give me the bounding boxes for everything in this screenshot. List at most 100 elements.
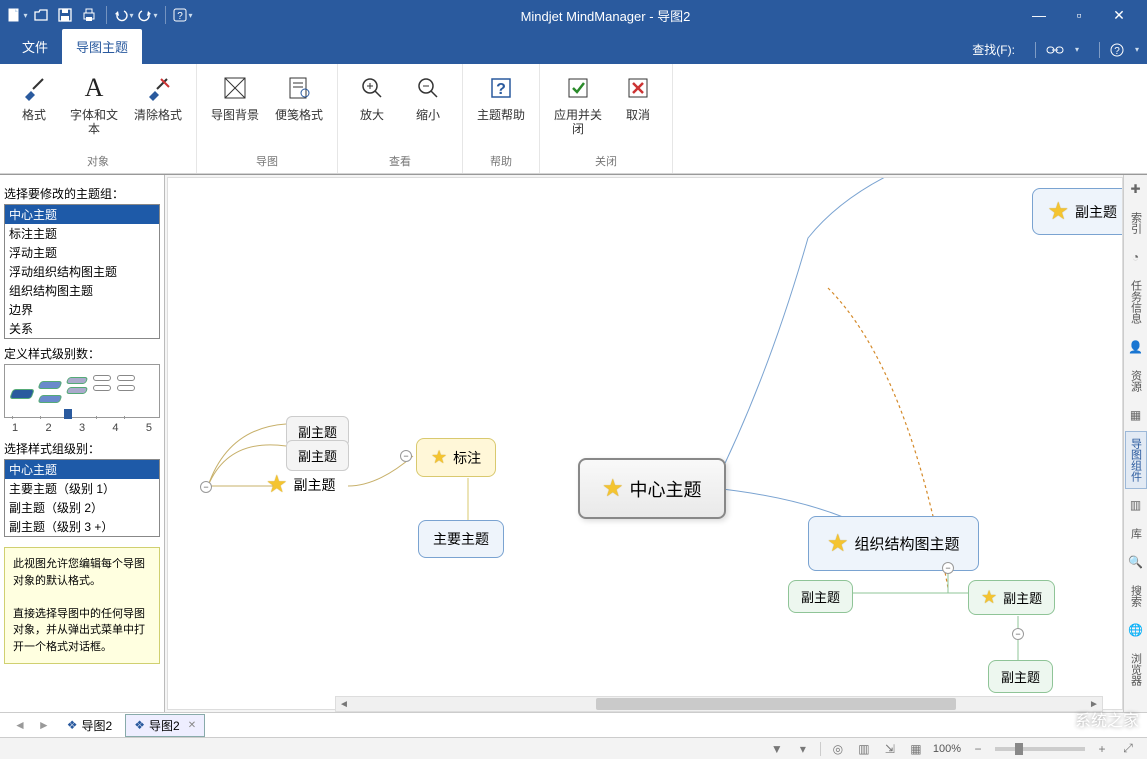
layout-icon[interactable]: ▥ — [855, 741, 873, 757]
tab-map-theme[interactable]: 导图主题 — [62, 29, 142, 64]
rtab-browser[interactable]: 浏览器 — [1125, 646, 1147, 693]
scroll-left[interactable]: ◄ — [336, 697, 352, 711]
topic-sub[interactable]: 副主题 — [286, 440, 349, 471]
scroll-thumb[interactable] — [596, 698, 956, 710]
maximize-button[interactable]: ▫ — [1063, 4, 1095, 26]
svg-text:?: ? — [178, 11, 184, 22]
close-tab-icon[interactable]: ✕ — [188, 720, 196, 731]
doc-tab[interactable]: ❖ 导图2 — [58, 714, 121, 737]
library-icon: ▥ — [1128, 497, 1144, 513]
topic-sub-green[interactable]: ★ 副主题 — [968, 580, 1055, 615]
globe-icon: 🌐 — [1128, 622, 1144, 638]
find-label: 查找(F): — [972, 41, 1015, 58]
qat-help-button[interactable]: ?▾ — [172, 4, 194, 26]
mindmap-canvas[interactable]: ★ 副主题 副主题 副主题 − ★ 副主题 − ★ 标注 主要主题 — [167, 177, 1123, 710]
qat-undo-button[interactable]: ▾ — [113, 4, 135, 26]
qat-print-button[interactable] — [78, 4, 100, 26]
horizontal-scrollbar[interactable]: ◄ ► — [335, 696, 1103, 712]
help-icon[interactable]: ? — [1110, 43, 1124, 57]
topic-sub-float[interactable]: ★ 副主题 — [266, 470, 336, 499]
topic-sub-green[interactable]: 副主题 — [988, 660, 1053, 693]
help-note: 此视图允许您编辑每个导图对象的默认格式。 直接选择导图中的任何导图对象，并从弹出… — [4, 547, 160, 664]
zoom-out-button[interactable]: 缩小 — [404, 70, 452, 149]
list-item[interactable]: 组织结构图主题 — [5, 281, 159, 300]
list-item[interactable]: 浮动组织结构图主题 — [5, 262, 159, 281]
group-label-object: 对象 — [87, 149, 109, 171]
watermark: 系统之家 — [1035, 705, 1139, 733]
format-button[interactable]: 格式 — [10, 70, 58, 149]
collapse-toggle[interactable]: − — [1012, 628, 1024, 640]
theme-help-button[interactable]: ? 主题帮助 — [473, 70, 529, 149]
fit-icon[interactable]: ⤢ — [1119, 741, 1137, 757]
list-item[interactable]: 浮动主题 — [5, 243, 159, 262]
funnel-icon[interactable]: ▾ — [794, 741, 812, 757]
svg-text:?: ? — [1114, 46, 1120, 57]
qat-open-button[interactable] — [30, 4, 52, 26]
plus-icon[interactable]: ✚ — [1128, 181, 1144, 197]
topic-callout[interactable]: ★ 标注 — [416, 438, 496, 477]
collapse-toggle[interactable]: − — [200, 481, 212, 493]
levels-label: 定义样式级别数： — [4, 345, 160, 362]
levels-slider[interactable]: 1 2 3 4 5 — [4, 422, 160, 434]
style-level-listbox[interactable]: 中心主题 主要主题（级别 1） 副主题（级别 2） 副主题（级别 3 +） — [4, 459, 160, 537]
list-item[interactable]: 中心主题 — [5, 205, 159, 224]
close-button[interactable]: ✕ — [1103, 4, 1135, 26]
target-icon[interactable]: ◎ — [829, 741, 847, 757]
clear-format-button[interactable]: 清除格式 — [130, 70, 186, 149]
tab-nav-left[interactable]: ◄ — [10, 718, 30, 732]
check-icon — [562, 72, 594, 104]
list-item[interactable]: 副主题（级别 2） — [5, 498, 159, 517]
list-item[interactable]: 中心主题 — [5, 460, 159, 479]
font-text-button[interactable]: A 字体和文本 — [66, 70, 122, 149]
topic-main[interactable]: 主要主题 — [418, 520, 504, 558]
topic-sub-green[interactable]: 副主题 — [788, 580, 853, 613]
apply-close-button[interactable]: 应用并关闭 — [550, 70, 606, 149]
zoom-slider[interactable] — [995, 747, 1085, 751]
filter-dropdown-icon[interactable]: ▼ — [768, 741, 786, 757]
doc-icon: ❖ — [134, 718, 145, 732]
collapse-toggle[interactable]: − — [942, 562, 954, 574]
grid-icon: ▦ — [1128, 407, 1144, 423]
doc-tab[interactable]: ❖ 导图2 ✕ — [125, 714, 205, 737]
list-item[interactable]: 标注主题 — [5, 224, 159, 243]
minimize-button[interactable]: — — [1023, 4, 1055, 26]
list-item[interactable]: 主要主题（级别 1） — [5, 479, 159, 498]
topic-center[interactable]: ★ 中心主题 — [578, 458, 726, 519]
ribbon: 格式 A 字体和文本 清除格式 对象 导图背景 便笺格式 导图 — [0, 64, 1147, 174]
qat-redo-button[interactable]: ▾ — [137, 4, 159, 26]
rtab-map-parts[interactable]: 导图组件 — [1125, 431, 1147, 489]
zoom-in-button[interactable]: 放大 — [348, 70, 396, 149]
map-bg-icon — [219, 72, 251, 104]
map-bg-button[interactable]: 导图背景 — [207, 70, 263, 149]
expand-icon[interactable]: ⇲ — [881, 741, 899, 757]
zoom-out-small[interactable]: − — [969, 741, 987, 757]
right-tab-strip: ✚ 索引 ◔ 任务信息 👤 资源 ▦ 导图组件 ▥ 库 🔍 搜索 🌐 浏览器 — [1123, 175, 1147, 712]
list-item[interactable]: 副主题（级别 3 +） — [5, 517, 159, 536]
style-preview — [4, 364, 160, 418]
rtab-task-info[interactable]: 任务信息 — [1125, 273, 1147, 331]
rtab-search[interactable]: 搜索 — [1125, 578, 1147, 614]
group-label-close: 关闭 — [595, 149, 617, 171]
qat-save-button[interactable] — [54, 4, 76, 26]
link-icon[interactable] — [1046, 43, 1064, 57]
help-square-icon: ? — [485, 72, 517, 104]
menu-file[interactable]: 文件 — [8, 29, 62, 64]
topic-sub-cut[interactable]: ★ 副主题 — [1032, 188, 1123, 235]
collapse-toggle[interactable]: − — [400, 450, 412, 462]
rtab-index[interactable]: 索引 — [1125, 205, 1147, 241]
rtab-resource[interactable]: 资源 — [1125, 363, 1147, 399]
star-icon: ★ — [602, 474, 624, 503]
qat-new-button[interactable]: ▾ — [6, 4, 28, 26]
note-format-button[interactable]: 便笺格式 — [271, 70, 327, 149]
list-item[interactable]: 关系 — [5, 319, 159, 338]
topic-org[interactable]: ★ 组织结构图主题 — [808, 516, 979, 571]
tab-nav-right[interactable]: ► — [34, 718, 54, 732]
theme-group-listbox[interactable]: 中心主题 标注主题 浮动主题 浮动组织结构图主题 组织结构图主题 边界 关系 — [4, 204, 160, 339]
list-item[interactable]: 边界 — [5, 300, 159, 319]
calendar-icon[interactable]: ▦ — [907, 741, 925, 757]
rtab-library[interactable]: 库 — [1125, 521, 1147, 546]
cancel-button[interactable]: 取消 — [614, 70, 662, 149]
note-icon — [283, 72, 315, 104]
clock-icon: ◔ — [1128, 249, 1144, 265]
zoom-in-small[interactable]: + — [1093, 741, 1111, 757]
